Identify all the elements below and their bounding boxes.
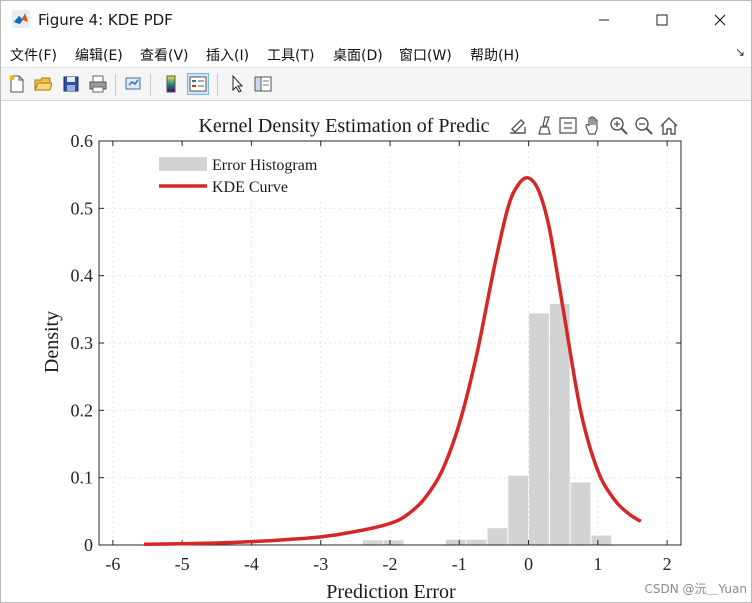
axes-pan-button[interactable] (583, 115, 605, 137)
legend-kde-label: KDE Curve (212, 179, 288, 196)
histogram-bar (508, 475, 529, 545)
watermark-text: CSDN @沅＿Yuan (644, 582, 747, 596)
x-tick-label: -2 (383, 554, 398, 574)
zoom-out-icon (635, 117, 653, 135)
y-tick-label: 0.2 (71, 400, 94, 420)
x-tick-label: -5 (175, 554, 190, 574)
y-tick-label: 0.6 (71, 131, 94, 151)
y-tick-label: 0.3 (71, 333, 94, 353)
figure-window: Figure 4: KDE PDF 文件(F) 编辑(E) 查看(V) 插入(I… (0, 0, 752, 603)
axes-export-button[interactable] (507, 115, 529, 137)
home-icon (660, 117, 678, 135)
histogram-bar (445, 539, 466, 545)
x-tick-label: -3 (313, 554, 328, 574)
x-tick-label: -1 (452, 554, 467, 574)
x-axis-label: Prediction Error (326, 581, 456, 602)
zoom-in-icon (610, 117, 628, 135)
histogram-bar (529, 313, 549, 545)
x-tick-label: 2 (663, 554, 672, 574)
x-tick-label: 1 (593, 554, 602, 574)
pan-hand-icon (585, 116, 598, 135)
y-tick-label: 0.1 (71, 468, 94, 488)
histogram-bar (383, 540, 404, 545)
y-tick-label: 0 (84, 535, 93, 555)
x-tick-label: -4 (244, 554, 259, 574)
y-axis-label: Density (41, 311, 63, 373)
x-tick-label: 0 (524, 554, 533, 574)
histogram-bar (487, 528, 508, 545)
y-tick-label: 0.4 (71, 266, 94, 286)
axes-brush-button[interactable] (533, 115, 555, 137)
axes-home-button[interactable] (658, 115, 680, 137)
export-icon (510, 119, 526, 134)
legend-histogram-label: Error Histogram (212, 157, 318, 174)
kde-chart: -6 -5 -4 -3 -2 -1 0 1 2 0 0.1 0.2 0.3 0.4 0.5 0.6 Error… (41, 115, 682, 602)
legend-histogram-swatch (159, 157, 207, 171)
histogram-bar (362, 540, 383, 545)
x-tick-label: -6 (105, 554, 120, 574)
chart-title: Kernel Density Estimation of Predic (198, 115, 489, 137)
brush-icon (538, 116, 551, 135)
axes-datatips-button[interactable] (557, 115, 579, 137)
data-tips-icon (559, 117, 577, 134)
axes-zoom-in-button[interactable] (608, 115, 630, 137)
y-tick-label: 0.5 (71, 198, 94, 218)
axes-zoom-out-button[interactable] (633, 115, 655, 137)
histogram-bar (570, 482, 591, 545)
histogram-bar (591, 535, 612, 545)
histogram-bar (466, 539, 487, 545)
